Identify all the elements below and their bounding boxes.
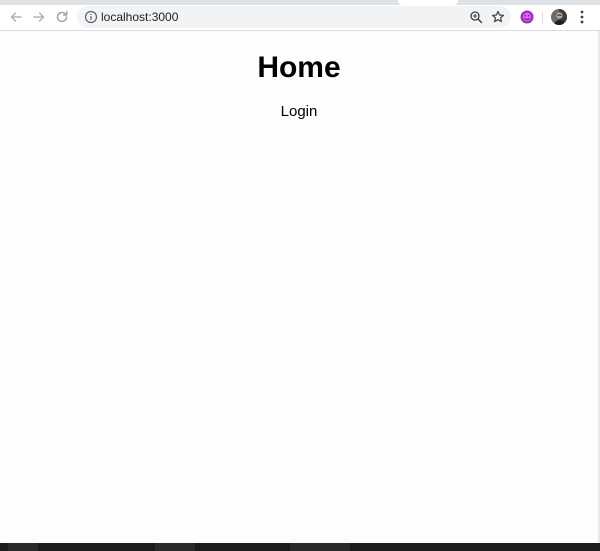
window-bottom-edge xyxy=(0,543,600,551)
kebab-menu-icon xyxy=(580,10,584,24)
reload-icon xyxy=(56,11,68,23)
bottom-edge-segment xyxy=(290,543,350,551)
extension-icon[interactable] xyxy=(519,9,535,25)
forward-button[interactable] xyxy=(30,8,48,26)
star-icon xyxy=(492,10,504,23)
avatar[interactable] xyxy=(551,9,567,25)
page-viewport: Home Login xyxy=(0,31,600,543)
login-link[interactable]: Login xyxy=(0,103,598,121)
url-text: localhost:3000 xyxy=(101,10,179,24)
bottom-edge-segment xyxy=(155,543,195,551)
avatar-image xyxy=(551,9,567,25)
toolbar-divider xyxy=(542,12,543,24)
zoom-icon xyxy=(470,11,483,24)
zoom-button[interactable] xyxy=(468,9,484,25)
page-title: Home xyxy=(257,51,341,84)
arrow-left-icon xyxy=(10,12,22,22)
browser-toolbar: localhost:3000 xyxy=(0,5,600,31)
bottom-edge-segment xyxy=(8,543,38,551)
arrow-right-icon xyxy=(33,12,45,22)
browser-menu-button[interactable] xyxy=(576,9,588,25)
address-bar[interactable]: localhost:3000 xyxy=(77,6,511,28)
bookmark-button[interactable] xyxy=(490,9,506,25)
reload-button[interactable] xyxy=(53,8,71,26)
browser-window: localhost:3000 Home Login xyxy=(0,0,600,551)
info-icon[interactable] xyxy=(84,10,98,24)
back-button[interactable] xyxy=(7,8,25,26)
